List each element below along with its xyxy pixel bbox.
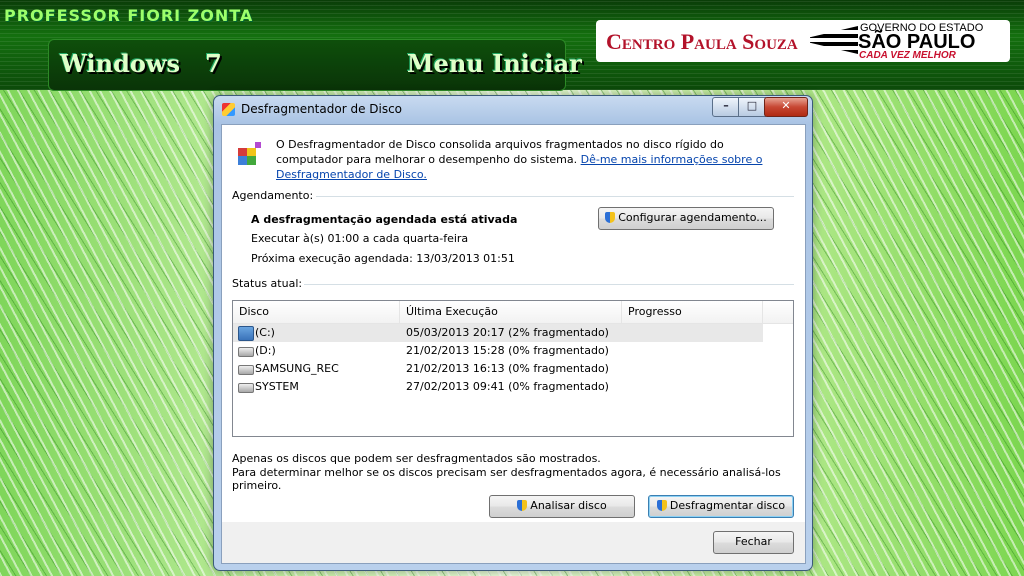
disk-row-samsung-rec[interactable]: SAMSUNG_REC 21/02/2013 16:13 (0% fragmen… bbox=[233, 360, 763, 378]
analyze-disk-label: Analisar disco bbox=[530, 499, 607, 512]
schedule-next-run: Próxima execução agendada: 13/03/2013 01… bbox=[251, 252, 515, 265]
disk-last-run: 21/02/2013 15:28 (0% fragmentado) bbox=[406, 344, 609, 357]
disk-list[interactable]: Disco Última Execução Progresso (C:) 05/… bbox=[232, 300, 794, 437]
dialog-content: O Desfragmentador de Disco consolida arq… bbox=[221, 124, 806, 523]
banner-right-title: Menu Iniciar bbox=[407, 49, 582, 78]
gov-logo-sub: CADA VEZ MELHOR bbox=[859, 50, 956, 61]
uac-shield-icon bbox=[517, 500, 528, 511]
window-title: Desfragmentador de Disco bbox=[241, 102, 403, 116]
disk-name: SYSTEM bbox=[255, 380, 299, 393]
dialog-footer: Fechar bbox=[221, 522, 806, 564]
close-button[interactable]: Fechar bbox=[713, 531, 794, 554]
uac-shield-icon bbox=[656, 500, 667, 511]
centro-paula-souza-logo: Centro Paula Souza bbox=[606, 29, 798, 54]
defragment-disk-label: Desfragmentar disco bbox=[669, 499, 786, 512]
note-line-2: Para determinar melhor se os discos prec… bbox=[232, 466, 781, 492]
banner-left-title: Windows 7 bbox=[60, 49, 222, 78]
sao-paulo-flag-icon bbox=[810, 26, 858, 54]
column-header-last-run[interactable]: Última Execução bbox=[400, 301, 622, 323]
uac-shield-icon bbox=[605, 212, 616, 223]
defrag-window: Desfragmentador de Disco – □ ✕ O Desfrag… bbox=[213, 95, 813, 571]
close-window-button[interactable]: ✕ bbox=[764, 97, 808, 117]
window-titlebar[interactable]: Desfragmentador de Disco – □ ✕ bbox=[214, 96, 812, 122]
disk-row-system[interactable]: SYSTEM 27/02/2013 09:41 (0% fragmentado) bbox=[233, 378, 763, 396]
drive-icon bbox=[238, 383, 254, 393]
schedule-divider bbox=[316, 196, 794, 197]
drive-icon bbox=[238, 347, 254, 357]
defrag-app-icon bbox=[222, 103, 235, 116]
disk-name: SAMSUNG_REC bbox=[255, 362, 339, 375]
defragment-disk-button[interactable]: Desfragmentar disco bbox=[648, 495, 794, 518]
disk-last-run: 05/03/2013 20:17 (2% fragmentado) bbox=[406, 326, 609, 339]
schedule-run-time: Executar à(s) 01:00 a cada quarta-feira bbox=[251, 232, 469, 245]
minimize-button[interactable]: – bbox=[712, 97, 740, 117]
defrag-blocks-icon bbox=[238, 139, 264, 165]
logos-panel: Centro Paula Souza GOVERNO DO ESTADO SÃO… bbox=[596, 20, 1010, 62]
drive-icon bbox=[238, 365, 254, 375]
column-header-progress[interactable]: Progresso bbox=[622, 301, 763, 323]
minimize-icon: – bbox=[723, 99, 729, 112]
note-line-1: Apenas os discos que podem ser desfragme… bbox=[232, 452, 601, 465]
disk-row-d[interactable]: (D:) 21/02/2013 15:28 (0% fragmentado) bbox=[233, 342, 763, 360]
disk-last-run: 21/02/2013 16:13 (0% fragmentado) bbox=[406, 362, 609, 375]
analyze-disk-button[interactable]: Analisar disco bbox=[489, 495, 635, 518]
configure-schedule-button[interactable]: Configurar agendamento... bbox=[598, 207, 774, 230]
schedule-heading: Agendamento: bbox=[232, 189, 314, 202]
status-heading: Status atual: bbox=[232, 277, 303, 290]
professor-name: PROFESSOR FIORI ZONTA bbox=[4, 6, 254, 25]
disk-name: (C:) bbox=[255, 326, 275, 339]
maximize-icon: □ bbox=[746, 99, 758, 112]
disk-last-run: 27/02/2013 09:41 (0% fragmentado) bbox=[406, 380, 609, 393]
close-icon: ✕ bbox=[781, 99, 791, 112]
column-header-disk[interactable]: Disco bbox=[233, 301, 400, 323]
configure-schedule-label: Configurar agendamento... bbox=[618, 211, 767, 224]
maximize-button[interactable]: □ bbox=[738, 97, 766, 117]
system-drive-icon bbox=[238, 326, 254, 341]
disk-row-c[interactable]: (C:) 05/03/2013 20:17 (2% fragmentado) bbox=[233, 324, 763, 342]
intro-text: O Desfragmentador de Disco consolida arq… bbox=[276, 137, 786, 182]
status-divider bbox=[304, 284, 794, 285]
schedule-status: A desfragmentação agendada está ativada bbox=[251, 213, 518, 226]
disk-name: (D:) bbox=[255, 344, 276, 357]
